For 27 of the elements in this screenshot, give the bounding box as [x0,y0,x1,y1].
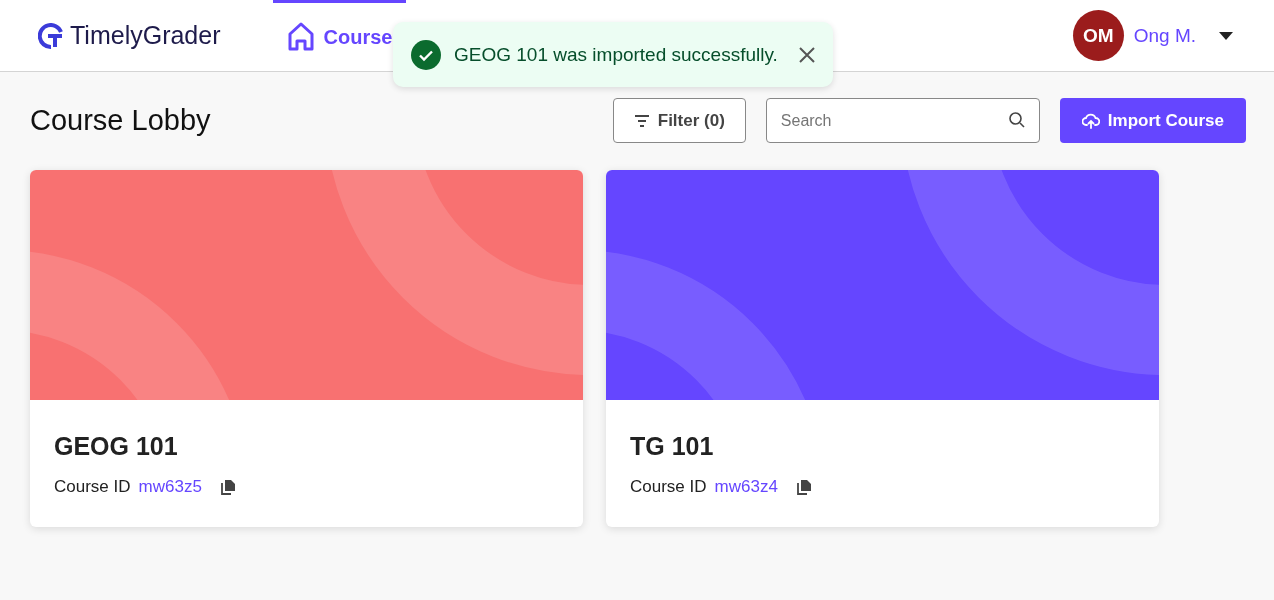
import-button[interactable]: Import Course [1059,98,1246,143]
course-id-label: Course ID [630,477,707,497]
cloud-upload-icon [1081,112,1100,129]
course-card[interactable]: GEOG 101 Course ID mw63z5 [30,170,583,527]
course-id-label: Course ID [54,477,131,497]
course-id: mw63z4 [714,477,778,497]
course-name: GEOG 101 [54,432,179,461]
copy-icon[interactable] [219,479,236,495]
course-card[interactable]: TG 101 Course ID mw63z4 [606,170,1159,527]
page-title: Course Lobby [30,104,211,137]
check-icon [411,39,441,70]
user-name[interactable]: Ong M. [1133,24,1196,47]
home-icon [286,22,315,52]
user-avatar[interactable]: OM [1072,10,1124,61]
filter-button[interactable]: Filter (0) [612,98,746,143]
close-icon [798,46,815,63]
search-field[interactable]: Search [765,98,1040,143]
logo-text: TimelyGrader [70,21,221,50]
course-name: TG 101 [630,432,715,461]
course-id: mw63z5 [138,477,202,497]
toast-message: GEOG 101 was imported successfully. [454,43,778,66]
search-icon [1007,111,1026,129]
close-button[interactable] [798,46,815,63]
copy-icon[interactable] [795,479,812,495]
filter-icon [633,114,650,127]
logo-icon [38,22,64,49]
caret-icon[interactable] [1218,30,1234,41]
